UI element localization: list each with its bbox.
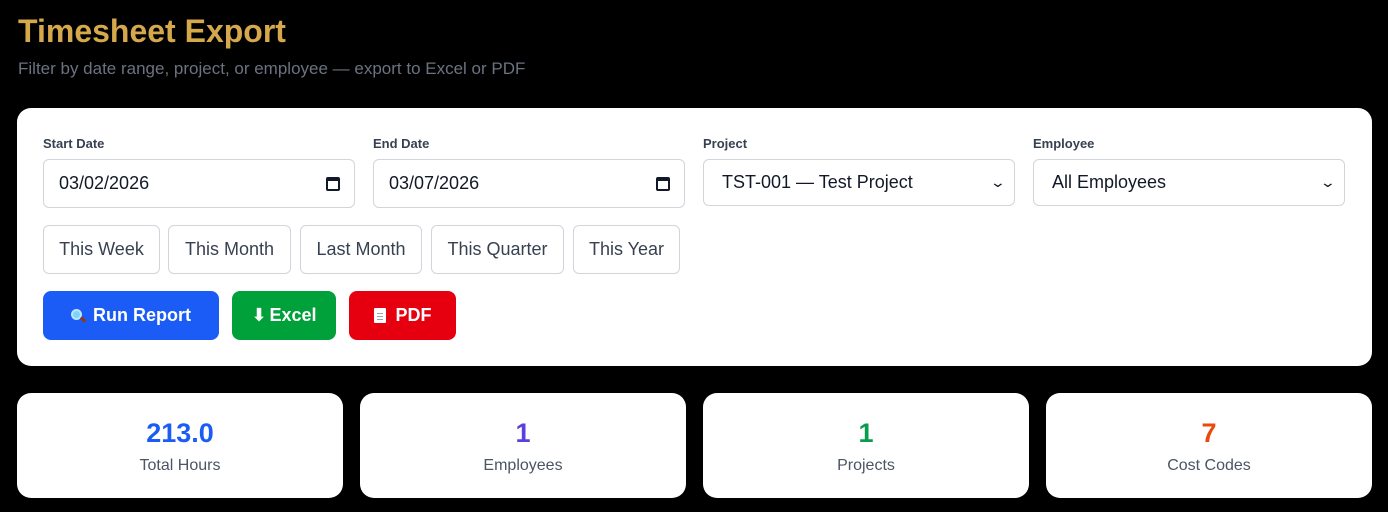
stat-value: 1 [858,418,874,448]
project-selected-value: TST-001 — Test Project [722,172,913,192]
chevron-down-icon: ⌄ [1319,174,1337,190]
preset-this-year[interactable]: This Year [573,225,680,274]
stat-label: Employees [483,457,563,474]
document-icon [373,308,386,323]
employee-field: Employee All Employees ⌄ [1033,136,1345,206]
end-date-field: End Date 03/07/2026 [373,136,685,208]
project-field: Project TST-001 — Test Project ⌄ [703,136,1015,206]
preset-this-week[interactable]: This Week [43,225,160,274]
end-date-label: End Date [373,136,430,151]
excel-export-button[interactable]: ⬇ Excel [232,291,336,340]
project-label: Project [703,136,748,151]
chevron-down-icon: ⌄ [989,174,1007,190]
stat-label: Total Hours [139,457,221,474]
preset-this-quarter[interactable]: This Quarter [431,225,564,274]
employee-selected-value: All Employees [1052,172,1167,192]
employee-label: Employee [1033,136,1095,151]
start-date-value: 03/02/2026 [59,173,150,193]
run-report-button[interactable]: Run Report [43,291,219,340]
timesheet-export-page: Timesheet Export Filter by date range, p… [0,0,1388,512]
excel-export-label: Excel [269,305,317,325]
magnifier-icon [71,308,87,323]
stat-value: 7 [1201,418,1217,448]
start-date-input[interactable]: 03/02/2026 [43,159,355,208]
preset-last-month[interactable]: Last Month [300,225,422,274]
stat-value: 213.0 [146,418,214,448]
stat-label: Cost Codes [1167,457,1251,474]
calendar-icon[interactable] [656,176,670,191]
pdf-export-button[interactable]: PDF [349,291,456,340]
start-date-field: Start Date 03/02/2026 [43,136,355,208]
down-arrow-icon: ⬇ [251,305,267,325]
page-subtitle: Filter by date range, project, or employ… [18,59,526,78]
page-title: Timesheet Export [18,13,286,49]
filter-card: Start Date 03/02/2026 End Date 03/07/202… [17,108,1372,366]
stat-card-employees: 1 Employees [360,393,686,498]
stat-card-cost-codes: 7 Cost Codes [1046,393,1372,498]
run-report-label: Run Report [93,305,191,325]
start-date-label: Start Date [43,136,105,151]
preset-this-month[interactable]: This Month [168,225,291,274]
calendar-icon[interactable] [326,176,340,191]
pdf-export-label: PDF [395,305,432,325]
end-date-input[interactable]: 03/07/2026 [373,159,685,208]
stat-card-projects: 1 Projects [703,393,1029,498]
employee-select[interactable]: All Employees ⌄ [1033,159,1345,206]
project-select[interactable]: TST-001 — Test Project ⌄ [703,159,1015,206]
stat-card-total-hours: 213.0 Total Hours [17,393,343,498]
stat-label: Projects [837,457,895,474]
stat-value: 1 [515,418,531,448]
end-date-value: 03/07/2026 [389,173,480,193]
